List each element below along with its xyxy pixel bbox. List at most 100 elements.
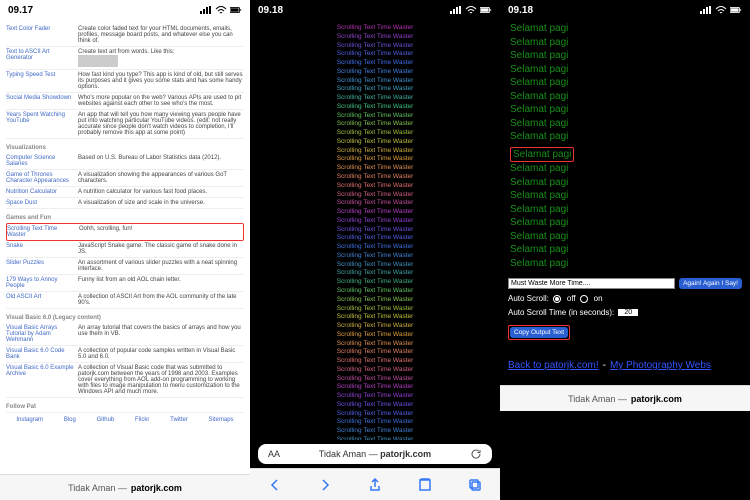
scroll-line: Scrolling Text Time Waster <box>260 278 490 287</box>
list-item[interactable]: Text Color FaderCreate color faded text … <box>6 24 244 47</box>
list-item[interactable]: Visual Basic 6.0 Example ArchiveA collec… <box>6 363 244 398</box>
scroll-line: Scrolling Text Time Waster <box>260 436 490 440</box>
time-input[interactable] <box>618 309 638 316</box>
scroll-line: Scrolling Text Time Waster <box>260 427 490 436</box>
back-link[interactable]: Back to patorjk.com! <box>508 360 599 371</box>
scroll-line: Scrolling Text Time Waster <box>260 340 490 349</box>
list-item[interactable]: SnakeJavaScript Snake game. The classic … <box>6 241 244 258</box>
bookmarks-icon[interactable] <box>417 477 433 493</box>
page-content[interactable]: Text Color FaderCreate color faded text … <box>0 20 250 474</box>
output-line: Selamat pagi <box>510 76 740 90</box>
radio-off[interactable] <box>553 295 561 303</box>
scroll-line: Scrolling Text Time Waster <box>260 261 490 270</box>
output-line: Selamat pagi <box>510 103 740 117</box>
scroll-line: Scrolling Text Time Waster <box>260 182 490 191</box>
scroll-line: Scrolling Text Time Waster <box>260 164 490 173</box>
wifi-icon <box>715 6 727 14</box>
scroll-line: Scrolling Text Time Waster <box>260 199 490 208</box>
status-bar: 09.18 <box>500 0 750 20</box>
scroll-line: Scrolling Text Time Waster <box>260 155 490 164</box>
clock: 09.18 <box>508 5 533 16</box>
list-item[interactable]: 179 Ways to Annoy PeopleFunny list from … <box>6 275 244 292</box>
scroll-line: Scrolling Text Time Waster <box>260 418 490 427</box>
time-label: Auto Scroll Time (in seconds): <box>508 308 614 317</box>
status-bar: 09.18 <box>250 0 500 20</box>
list-item[interactable]: Typing Speed TestHow fast kind you type?… <box>6 70 244 93</box>
scroll-line: Scrolling Text Time Waster <box>260 252 490 261</box>
output-line: Selamat pagi <box>510 117 740 131</box>
forward-icon[interactable] <box>317 477 333 493</box>
scroll-line: Scrolling Text Time Waster <box>260 85 490 94</box>
scroll-line: Scrolling Text Time Waster <box>260 305 490 314</box>
output-line: Selamat pagi <box>510 189 740 203</box>
scroll-line: Scrolling Text Time Waster <box>260 410 490 419</box>
clock: 09.17 <box>8 5 33 16</box>
output-line: Selamat pagi <box>510 22 740 36</box>
scroll-line: Scrolling Text Time Waster <box>260 366 490 375</box>
battery-icon <box>730 6 742 14</box>
scroll-line: Scrolling Text Time Waster <box>260 313 490 322</box>
list-item[interactable]: Visual Basic 6.0 Code BankA collection o… <box>6 346 244 363</box>
output-line: Selamat pagi <box>510 243 740 257</box>
scroll-line: Scrolling Text Time Waster <box>260 269 490 278</box>
scroll-line: Scrolling Text Time Waster <box>260 138 490 147</box>
section-header: Follow Pat <box>6 404 244 410</box>
autoscroll-label: Auto Scroll: <box>508 294 549 303</box>
address-pill[interactable]: AA Tidak Aman — patorjk.com <box>258 444 492 464</box>
scroll-line: Scrolling Text Time Waster <box>260 383 490 392</box>
output-line: Selamat pagi <box>510 130 740 144</box>
reload-icon[interactable] <box>470 448 482 460</box>
scroll-line: Scrolling Text Time Waster <box>260 322 490 331</box>
list-item[interactable]: Game of Thrones Character AppearancesA v… <box>6 170 244 187</box>
scroll-line: Scrolling Text Time Waster <box>260 24 490 33</box>
back-icon[interactable] <box>267 477 283 493</box>
list-item[interactable]: Social Media ShowdownWho's more popular … <box>6 93 244 110</box>
scroll-line: Scrolling Text Time Waster <box>260 296 490 305</box>
copy-button[interactable]: Copy Output Text <box>510 327 568 338</box>
bottom-links: Back to patorjk.com!-My Photography Webs <box>500 346 750 385</box>
scroll-line: Scrolling Text Time Waster <box>260 120 490 129</box>
list-item[interactable]: Nutrition CalculatorA nutrition calculat… <box>6 187 244 198</box>
radio-on[interactable] <box>580 295 588 303</box>
scroll-line: Scrolling Text Time Waster <box>260 401 490 410</box>
photo-link[interactable]: My Photography Webs <box>610 360 711 371</box>
scroll-line: Scrolling Text Time Waster <box>260 234 490 243</box>
scroll-line: Scrolling Text Time Waster <box>260 375 490 384</box>
list-item[interactable]: Slider PuzzlesAn assortment of various s… <box>6 258 244 275</box>
scroll-line: Scrolling Text Time Waster <box>260 357 490 366</box>
scroll-line: Scrolling Text Time Waster <box>260 42 490 51</box>
footer-links: InstagramBlogGithubFlickrTwitterSitemaps <box>6 412 244 427</box>
address-bar[interactable]: Tidak Aman — patorjk.com <box>500 385 750 411</box>
scroll-line: Scrolling Text Time Waster <box>260 287 490 296</box>
address-bar[interactable]: Tidak Aman — patorjk.com <box>0 474 250 500</box>
list-item[interactable]: Scrolling Text Time WasterOohh, scrollin… <box>6 223 244 241</box>
output-line: Selamat pagi <box>510 230 740 244</box>
list-item[interactable]: Text to ASCII Art GeneratorCreate text a… <box>6 47 244 70</box>
status-right <box>200 6 242 14</box>
list-item[interactable]: Old ASCII ArtA collection of ASCII Art f… <box>6 292 244 309</box>
scroll-line: Scrolling Text Time Waster <box>260 392 490 401</box>
list-item[interactable]: Visual Basic Arrays Tutorial by Adam Weh… <box>6 323 244 346</box>
output-line: Selamat pagi <box>510 203 740 217</box>
clock: 09.18 <box>258 5 283 16</box>
scroll-line: Scrolling Text Time Waster <box>260 112 490 121</box>
share-icon[interactable] <box>367 477 383 493</box>
list-item[interactable]: Computer Science SalariesBased on U.S. B… <box>6 153 244 170</box>
controls-panel: Again! Again I Say! Auto Scroll: off on … <box>500 272 750 346</box>
browser-toolbar <box>250 468 500 500</box>
again-button[interactable]: Again! Again I Say! <box>679 278 742 289</box>
output-line: Selamat pagi <box>510 257 740 271</box>
output-line: Selamat pagi <box>510 63 740 77</box>
wifi-icon <box>215 6 227 14</box>
scroll-line: Scrolling Text Time Waster <box>260 68 490 77</box>
text-input[interactable] <box>508 278 675 289</box>
battery-icon <box>230 6 242 14</box>
scroll-line: Scrolling Text Time Waster <box>260 217 490 226</box>
tabs-icon[interactable] <box>467 477 483 493</box>
scrolling-text-area: Scrolling Text Time WasterScrolling Text… <box>250 20 500 440</box>
signal-icon <box>700 6 712 14</box>
scroll-line: Scrolling Text Time Waster <box>260 173 490 182</box>
aa-button[interactable]: AA <box>268 449 280 459</box>
list-item[interactable]: Years Spent Watching YouTubeAn app that … <box>6 110 244 139</box>
list-item[interactable]: Space DustA visualization of size and sc… <box>6 198 244 209</box>
